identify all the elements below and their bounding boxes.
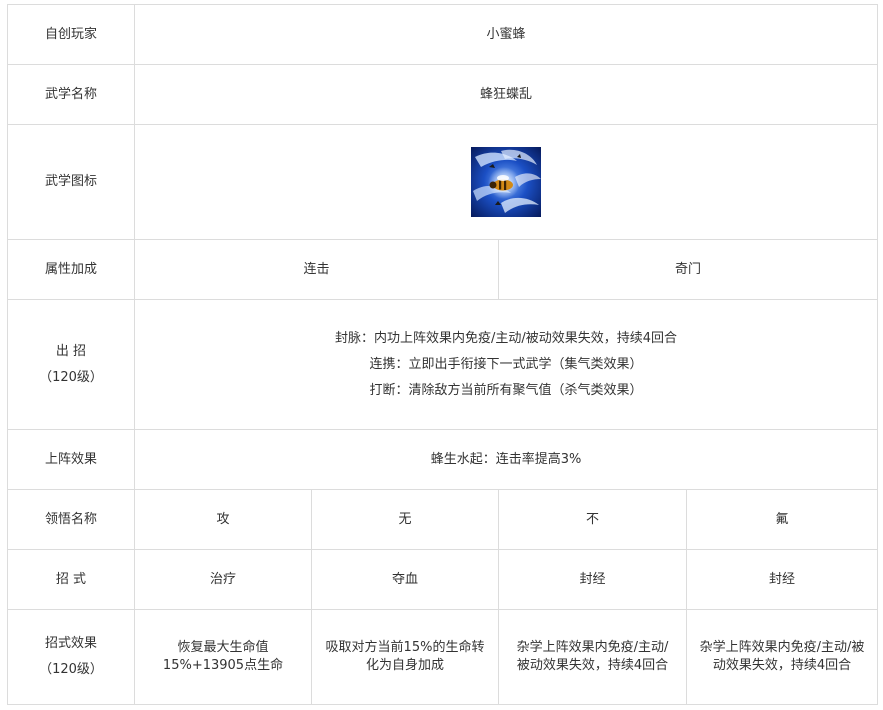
move-effect-line: 被动效果失效，持续4回合 (516, 658, 669, 673)
creator-label: 自创玩家 (7, 4, 135, 65)
move-effect-line: 吸取对方当前15%的生命转 (325, 640, 485, 655)
formation-value: 蜂生水起：连击率提高3% (133, 429, 879, 490)
skills-level: （120级） (39, 369, 103, 385)
move-effect-cell: 杂学上阵效果内免疫/主动/ 被动效果失效，持续4回合 (498, 609, 687, 705)
move-effect-cell: 杂学上阵效果内免疫/主动/被 动效果失效，持续4回合 (685, 609, 879, 705)
move-effects-label: 招式效果 (44, 636, 97, 651)
skill-line: 连携：立即出手衔接下一式武学（集气类效果） (369, 356, 643, 372)
skills-cell: 封脉：内功上阵效果内免疫/主动/被动效果失效，持续4回合 连携：立即出手衔接下一… (133, 299, 879, 430)
formation-label: 上阵效果 (7, 429, 135, 490)
bee-skill-icon (471, 147, 541, 217)
martial-info-table: 自创玩家 小蜜蜂 武学名称 蜂狂蝶乱 武学图标 属性加成 连击 奇门 出 招 （… (7, 4, 879, 705)
martial-name-label: 武学名称 (7, 64, 135, 125)
martial-info-table-container: 自创玩家 小蜜蜂 武学名称 蜂狂蝶乱 武学图标 属性加成 连击 奇门 出 招 （… (7, 4, 879, 705)
comprehension-label: 领悟名称 (7, 489, 135, 550)
comprehension-item: 不 (498, 489, 687, 550)
row-move-effects: 招式效果 （120级） 恢复最大生命值 15%+13905点生命 吸取对方当前1… (7, 609, 879, 705)
martial-icon-cell (133, 124, 879, 240)
move-item: 封经 (685, 549, 879, 610)
move-effect-line: 杂学上阵效果内免疫/主动/被 (699, 640, 865, 655)
move-effect-line: 杂学上阵效果内免疫/主动/ (516, 640, 669, 655)
row-martial-name: 武学名称 蜂狂蝶乱 (7, 64, 879, 125)
move-effect-cell: 吸取对方当前15%的生命转 化为自身加成 (311, 609, 499, 705)
row-formation: 上阵效果 蜂生水起：连击率提高3% (7, 429, 879, 490)
move-effects-label-cell: 招式效果 （120级） (7, 609, 135, 705)
comprehension-item: 无 (311, 489, 499, 550)
attribute-item: 奇门 (497, 239, 879, 300)
row-martial-icon: 武学图标 (7, 124, 879, 240)
martial-name-value: 蜂狂蝶乱 (133, 64, 879, 125)
move-effect-line: 15%+13905点生命 (162, 658, 284, 673)
move-effect-line: 动效果失效，持续4回合 (712, 658, 852, 673)
row-moves: 招 式 治疗 夺血 封经 封经 (7, 549, 879, 610)
move-effects-level: （120级） (39, 662, 103, 677)
row-creator: 自创玩家 小蜜蜂 (7, 4, 879, 65)
attributes-label: 属性加成 (7, 239, 135, 300)
comprehension-item: 攻 (134, 489, 312, 550)
row-skills: 出 招 （120级） 封脉：内功上阵效果内免疫/主动/被动效果失效，持续4回合 … (7, 299, 879, 430)
skills-label: 出 招 (55, 343, 87, 359)
martial-icon-label: 武学图标 (7, 124, 135, 240)
moves-label: 招 式 (7, 549, 135, 610)
skill-line: 打断：清除敌方当前所有聚气值（杀气类效果） (369, 382, 643, 398)
comprehension-item: 氟 (685, 489, 879, 550)
row-comprehension: 领悟名称 攻 无 不 氟 (7, 489, 879, 550)
move-effect-line: 化为自身加成 (365, 658, 444, 673)
creator-value: 小蜜蜂 (133, 4, 879, 65)
move-item: 封经 (498, 549, 687, 610)
row-attributes: 属性加成 连击 奇门 (7, 239, 879, 300)
move-item: 夺血 (311, 549, 499, 610)
skill-line: 封脉：内功上阵效果内免疫/主动/被动效果失效，持续4回合 (334, 330, 678, 346)
attribute-item: 连击 (134, 239, 499, 300)
move-item: 治疗 (134, 549, 312, 610)
skills-label-cell: 出 招 （120级） (7, 299, 135, 430)
move-effect-line: 恢复最大生命值 (177, 640, 269, 655)
move-effect-cell: 恢复最大生命值 15%+13905点生命 (134, 609, 312, 705)
